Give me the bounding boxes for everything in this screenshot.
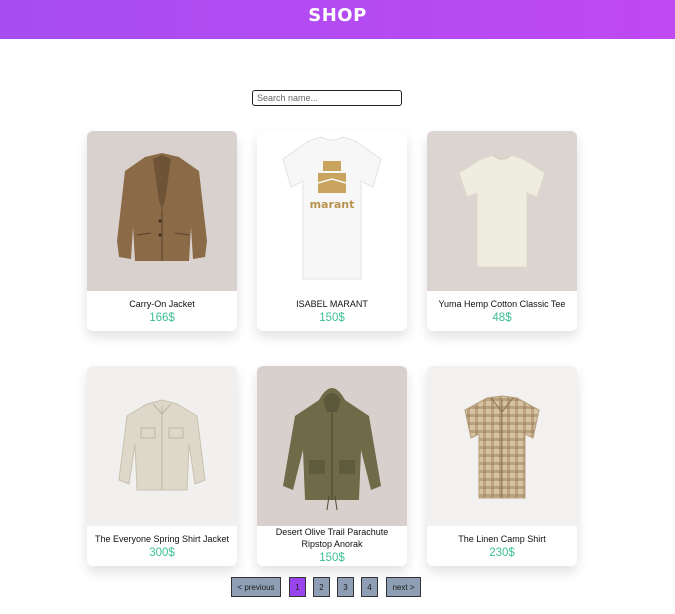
page-button-4[interactable]: 4 [361,577,378,597]
product-image [427,366,577,526]
search-input[interactable] [252,90,402,106]
product-name: Yuma Hemp Cotton Classic Tee [438,299,566,309]
next-page-button[interactable]: next > [386,577,421,597]
page-button-1[interactable]: 1 [289,577,306,597]
product-price: 48$ [492,312,512,324]
page-button-2[interactable]: 2 [313,577,330,597]
product-image [87,366,237,526]
product-image: marant [257,131,407,291]
app-header: SHOP [0,0,675,39]
product-name: Carry-On Jacket [129,299,195,309]
product-name: The Everyone Spring Shirt Jacket [94,534,230,544]
product-image [87,131,237,291]
product-card-isabel-marant[interactable]: marant ISABEL MARANT 150$ [257,131,407,331]
product-image [257,366,407,526]
product-name: Desert Olive Trail Parachute Ripstop Ano… [275,527,389,549]
jacket-image [118,399,206,491]
product-card-yuma-tee[interactable]: Yuma Hemp Cotton Classic Tee 48$ [427,131,577,331]
page-title: SHOP [308,4,367,26]
product-name: The Linen Camp Shirt [458,534,546,544]
tshirt-image [458,154,546,268]
jacket-image [117,153,207,261]
product-price: 150$ [319,312,345,324]
product-card-linen-camp-shirt[interactable]: The Linen Camp Shirt 230$ [427,366,577,566]
product-price: 300$ [149,547,175,559]
anorak-image [283,388,381,511]
product-card-spring-shirt-jacket[interactable]: The Everyone Spring Shirt Jacket 300$ [87,366,237,566]
product-price: 150$ [319,552,345,564]
shirt-image [464,395,540,499]
print-text: marant [310,198,355,211]
product-image [427,131,577,291]
previous-page-button[interactable]: < previous [231,577,281,597]
product-price: 166$ [149,312,175,324]
tshirt-image: marant [282,136,382,280]
product-card-desert-olive-anorak[interactable]: Desert Olive Trail Parachute Ripstop Ano… [257,366,407,566]
product-price: 230$ [489,547,515,559]
page-button-3[interactable]: 3 [337,577,354,597]
product-name: ISABEL MARANT [296,299,368,309]
product-card-carry-on-jacket[interactable]: Carry-On Jacket 166$ [87,131,237,331]
